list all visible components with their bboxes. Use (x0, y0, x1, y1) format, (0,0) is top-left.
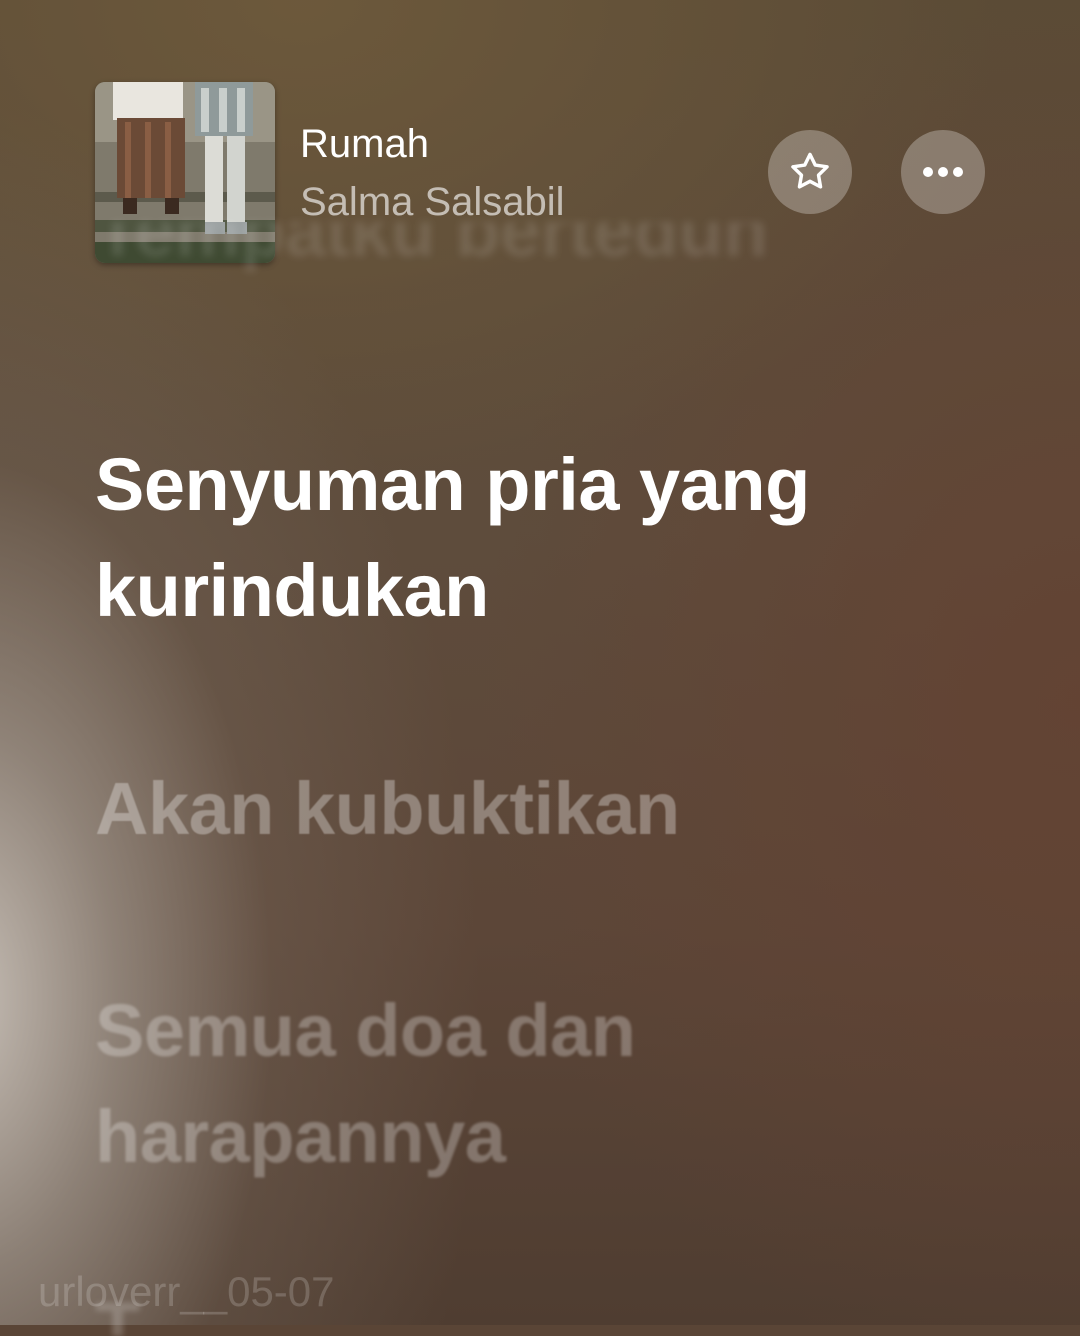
lyric-line-current[interactable]: Senyuman pria yang kurindukan (95, 432, 1015, 644)
more-options-button[interactable] (901, 130, 985, 214)
ellipsis-icon (923, 167, 963, 177)
watermark-text: urloverr__05-07 (38, 1268, 335, 1315)
track-artist: Salma Salsabil (300, 180, 565, 224)
track-title: Rumah (300, 122, 429, 166)
lyric-line-next[interactable]: Akan kubuktikan (95, 756, 1015, 862)
track-info[interactable]: Rumah Salma Salsabil (300, 120, 565, 226)
favorite-button[interactable] (768, 130, 852, 214)
lyric-line-next[interactable]: Semua doa dan harapannya (95, 978, 1015, 1190)
star-outline-icon (791, 152, 829, 189)
lyric-line-previous[interactable]: Tempatku berteduh (95, 222, 1015, 312)
